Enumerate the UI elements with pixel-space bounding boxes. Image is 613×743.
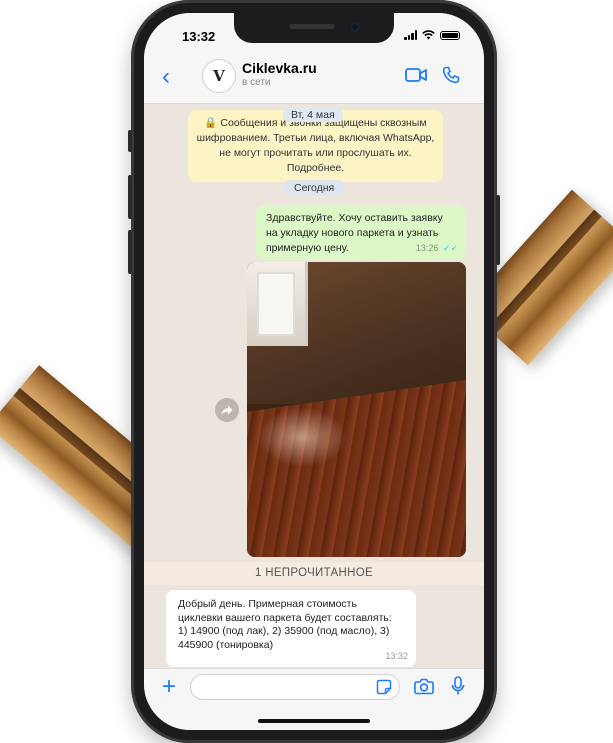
message-input[interactable]	[190, 674, 400, 700]
incoming-message[interactable]: Добрый день. Примерная стоимость циклевк…	[166, 590, 416, 667]
contact-status: в сети	[242, 77, 271, 88]
date-pill: Вт, 4 мая	[283, 108, 343, 122]
status-icons	[404, 30, 460, 40]
photo-glare	[257, 407, 347, 467]
phone-screen: 13:32 ‹ V Ciklevka.ru в сети 🔒 Сообщения…	[144, 13, 484, 730]
today-pill: Сегодня	[284, 180, 345, 196]
input-bar: +	[144, 668, 484, 730]
front-camera	[350, 22, 360, 32]
volume-down-button	[128, 230, 132, 274]
phone-call-icon[interactable]	[442, 66, 460, 84]
unread-divider: 1 НЕПРОЧИТАННОЕ	[144, 562, 484, 585]
notch	[234, 13, 394, 43]
photo-message[interactable]	[247, 262, 466, 557]
incoming-message-time: 13:32	[385, 650, 408, 661]
video-call-icon[interactable]	[405, 67, 427, 83]
camera-icon[interactable]	[414, 678, 434, 695]
contact-avatar[interactable]: V	[202, 59, 236, 93]
chat-header: ‹ V Ciklevka.ru в сети	[144, 55, 484, 104]
cellular-signal-icon	[404, 30, 417, 40]
avatar-letter: V	[213, 67, 225, 85]
contact-name[interactable]: Ciklevka.ru	[242, 60, 317, 76]
wifi-icon	[422, 30, 435, 40]
mute-switch	[128, 130, 132, 152]
outgoing-message-meta: 13:26 ✓✓	[416, 241, 458, 256]
speaker-grille	[289, 24, 335, 29]
power-button	[496, 195, 500, 265]
back-button[interactable]: ‹	[162, 65, 170, 89]
incoming-message-text: Добрый день. Примерная стоимость циклевк…	[178, 598, 392, 651]
forward-button[interactable]	[215, 398, 239, 422]
photo-window	[247, 262, 308, 346]
encryption-notice-text: Сообщения и звонки защищены сквозным шиф…	[196, 117, 435, 174]
attach-plus-button[interactable]: +	[162, 675, 176, 699]
chat-area[interactable]: 🔒 Сообщения и звонки защищены сквозным ш…	[144, 104, 484, 668]
outgoing-message[interactable]: Здравствуйте. Хочу оставить заявку на ук…	[256, 205, 466, 260]
phone-frame: 13:32 ‹ V Ciklevka.ru в сети 🔒 Сообщения…	[128, 0, 500, 743]
read-ticks-icon: ✓✓	[442, 243, 458, 253]
status-time: 13:32	[182, 29, 216, 44]
microphone-icon[interactable]	[451, 676, 465, 696]
battery-icon	[440, 30, 460, 40]
lock-icon: 🔒	[204, 117, 218, 129]
forward-arrow-icon	[221, 405, 233, 415]
home-indicator[interactable]	[258, 719, 370, 723]
outgoing-message-time: 13:26	[415, 243, 439, 253]
volume-up-button	[128, 175, 132, 219]
sticker-icon[interactable]	[376, 679, 392, 695]
